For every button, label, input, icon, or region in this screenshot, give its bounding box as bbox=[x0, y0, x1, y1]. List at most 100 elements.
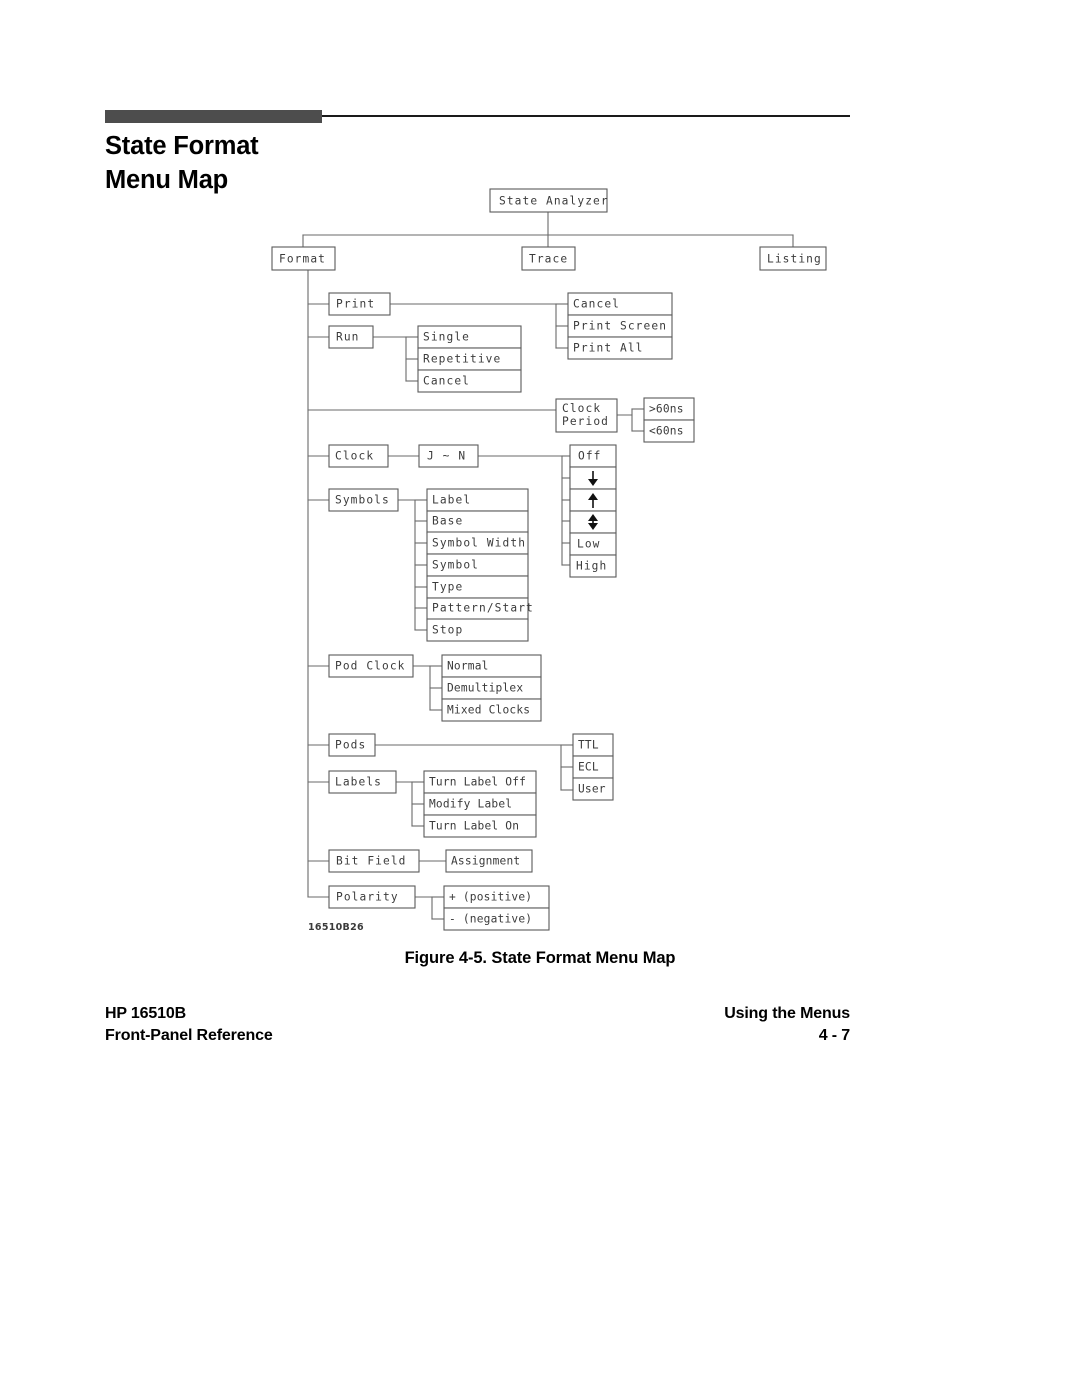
node-clock-period-option-lt60ns-label: <60ns bbox=[649, 425, 684, 438]
node-symbols-option-stop[interactable]: Stop bbox=[426, 618, 529, 642]
node-clock-edge-rising[interactable] bbox=[569, 488, 617, 512]
footer-row-2: Front-Panel Reference 4 - 7 bbox=[105, 1025, 850, 1047]
node-run-option-single-label: Single bbox=[423, 331, 470, 344]
node-polarity-option-negative[interactable]: - (negative) bbox=[443, 907, 550, 931]
node-clock-edge-both[interactable] bbox=[569, 510, 617, 534]
node-run-option-single[interactable]: Single bbox=[417, 325, 522, 349]
node-symbols-option-type[interactable]: Type bbox=[426, 575, 529, 599]
node-polarity-option-positive[interactable]: + (positive) bbox=[443, 885, 550, 909]
node-run-option-repetitive[interactable]: Repetitive bbox=[417, 347, 522, 371]
node-print-option-cancel[interactable]: Cancel bbox=[567, 292, 673, 316]
node-clock-edge-off-label: Off bbox=[578, 450, 602, 463]
node-print-label: Print bbox=[336, 298, 375, 311]
node-print-option-print-screen-label: Print Screen bbox=[573, 320, 667, 333]
node-clock-period-label-line1: Clock bbox=[562, 402, 601, 415]
node-symbols[interactable]: Symbols bbox=[328, 488, 399, 512]
node-symbols-option-symbol[interactable]: Symbol bbox=[426, 553, 529, 577]
node-pod-clock-option-normal[interactable]: Normal bbox=[441, 654, 542, 678]
node-clock-edge-low-label: Low bbox=[577, 538, 601, 551]
figure-caption: Figure 4-5. State Format Menu Map bbox=[404, 949, 676, 967]
node-format-label: Format bbox=[279, 253, 326, 266]
node-pod-clock[interactable]: Pod Clock bbox=[328, 654, 414, 678]
node-symbols-option-pattern-start-label: Pattern/Start bbox=[432, 602, 534, 615]
node-pod-clock-option-demultiplex[interactable]: Demultiplex bbox=[441, 676, 542, 700]
node-clock-period-label-line2: Period bbox=[562, 415, 609, 428]
node-run-option-cancel-label: Cancel bbox=[423, 375, 470, 388]
node-clock-period-option-lt60ns[interactable]: <60ns bbox=[643, 419, 695, 443]
node-clock-edge-falling[interactable] bbox=[569, 466, 617, 490]
node-symbols-option-symbol-width[interactable]: Symbol Width bbox=[426, 531, 529, 555]
footer-row-1: HP 16510B Using the Menus bbox=[105, 1003, 850, 1025]
node-clock-edge-off[interactable]: Off bbox=[569, 444, 617, 468]
node-symbols-option-label-label: Label bbox=[432, 494, 471, 507]
node-listing[interactable]: Listing bbox=[759, 246, 827, 271]
node-labels-option-modify-label[interactable]: Modify Label bbox=[423, 792, 537, 816]
node-bit-field[interactable]: Bit Field bbox=[328, 849, 420, 873]
node-labels-option-modify-label-label: Modify Label bbox=[429, 798, 512, 811]
node-symbols-option-pattern-start[interactable]: Pattern/Start bbox=[426, 597, 534, 621]
node-run-option-cancel[interactable]: Cancel bbox=[417, 369, 522, 393]
node-clock-period-option-gt60ns[interactable]: >60ns bbox=[643, 397, 695, 421]
node-pod-clock-option-mixed-clocks-label: Mixed Clocks bbox=[447, 704, 530, 717]
node-clock-period-option-gt60ns-label: >60ns bbox=[649, 403, 684, 416]
node-pods-option-ecl[interactable]: ECL bbox=[572, 755, 614, 779]
node-polarity-label: Polarity bbox=[336, 891, 399, 904]
figure-id-label: 16510B26 bbox=[308, 922, 364, 933]
connector-labels-to-options bbox=[395, 781, 425, 827]
node-symbols-option-symbol-label: Symbol bbox=[432, 559, 479, 572]
node-print-option-print-screen[interactable]: Print Screen bbox=[567, 314, 673, 338]
connector-pod-clock-to-options bbox=[412, 665, 443, 711]
connector-polarity-to-options bbox=[414, 896, 445, 920]
node-pod-clock-label: Pod Clock bbox=[335, 660, 406, 673]
node-format[interactable]: Format bbox=[271, 246, 336, 271]
node-clock-edge-high[interactable]: High bbox=[569, 554, 617, 578]
node-pods-option-user[interactable]: User bbox=[572, 777, 614, 801]
node-run[interactable]: Run bbox=[328, 325, 374, 349]
footer-section-title: Using the Menus bbox=[724, 1005, 850, 1022]
node-pods-option-ttl-label: TTL bbox=[578, 739, 599, 752]
menu-map-diagram: State Analyzer Format Trace Listing Prin… bbox=[0, 0, 1080, 960]
node-print-option-print-all[interactable]: Print All bbox=[567, 336, 673, 360]
node-pod-clock-option-normal-label: Normal bbox=[447, 660, 489, 673]
node-pod-clock-option-mixed-clocks[interactable]: Mixed Clocks bbox=[441, 698, 542, 722]
node-clock[interactable]: Clock bbox=[328, 444, 389, 468]
node-labels-option-turn-label-off[interactable]: Turn Label Off bbox=[423, 770, 537, 794]
node-clock-child-j-n-label: J ~ N bbox=[427, 450, 466, 463]
node-pods-option-ttl[interactable]: TTL bbox=[572, 733, 614, 757]
connector-clock-period-to-options bbox=[616, 408, 645, 432]
node-state-analyzer-label: State Analyzer bbox=[499, 195, 609, 208]
node-bit-field-option-assignment[interactable]: Assignment bbox=[445, 849, 533, 873]
connector-root-to-level1 bbox=[302, 211, 794, 248]
node-state-analyzer[interactable]: State Analyzer bbox=[489, 188, 609, 213]
node-trace[interactable]: Trace bbox=[521, 246, 576, 271]
node-symbols-option-stop-label: Stop bbox=[432, 624, 463, 637]
node-print[interactable]: Print bbox=[328, 292, 391, 316]
node-labels-label: Labels bbox=[335, 776, 382, 789]
node-symbols-option-base[interactable]: Base bbox=[426, 510, 529, 534]
node-symbols-option-symbol-width-label: Symbol Width bbox=[432, 537, 526, 550]
node-symbols-option-label[interactable]: Label bbox=[426, 488, 529, 512]
footer-document-title: Front-Panel Reference bbox=[105, 1027, 273, 1044]
node-trace-label: Trace bbox=[529, 253, 568, 266]
node-labels-option-turn-label-on[interactable]: Turn Label On bbox=[423, 814, 537, 838]
connector-run-to-options bbox=[372, 336, 419, 382]
node-clock-edge-high-label: High bbox=[576, 560, 607, 573]
node-run-option-repetitive-label: Repetitive bbox=[423, 353, 501, 366]
node-pods-label: Pods bbox=[335, 739, 366, 752]
footer-page-number: 4 - 7 bbox=[818, 1027, 850, 1044]
node-pod-clock-option-demultiplex-label: Demultiplex bbox=[447, 682, 523, 695]
node-bit-field-label: Bit Field bbox=[336, 855, 407, 868]
node-clock-period[interactable]: Clock Period bbox=[555, 398, 618, 433]
node-symbols-option-base-label: Base bbox=[432, 515, 463, 528]
node-clock-child-j-n[interactable]: J ~ N bbox=[418, 444, 479, 468]
node-polarity[interactable]: Polarity bbox=[328, 885, 416, 909]
node-listing-label: Listing bbox=[767, 253, 822, 266]
node-print-option-cancel-label: Cancel bbox=[573, 298, 620, 311]
node-symbols-label: Symbols bbox=[335, 494, 390, 507]
node-print-option-print-all-label: Print All bbox=[573, 342, 644, 355]
node-labels[interactable]: Labels bbox=[328, 770, 397, 794]
node-clock-edge-low[interactable]: Low bbox=[569, 532, 617, 556]
node-pods[interactable]: Pods bbox=[328, 733, 376, 757]
node-pods-option-ecl-label: ECL bbox=[578, 761, 599, 774]
connector-symbols-to-options bbox=[397, 499, 428, 631]
